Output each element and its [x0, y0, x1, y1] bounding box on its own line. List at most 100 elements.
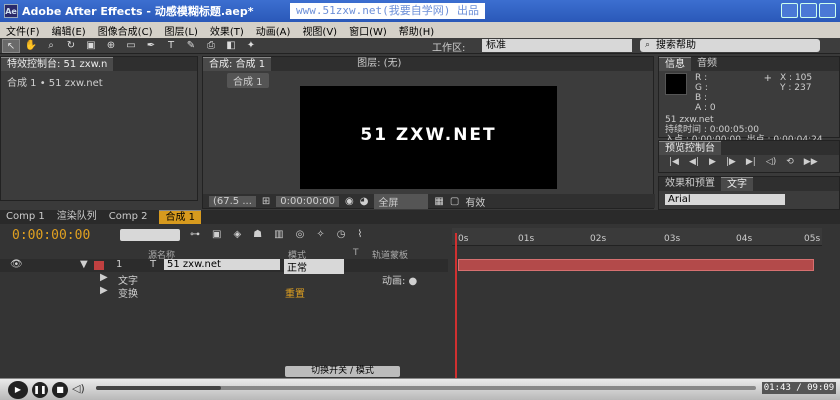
tab-info[interactable]: 信息: [659, 57, 691, 71]
tab-composition[interactable]: 合成: 合成 1: [203, 57, 272, 71]
brainstorm-icon[interactable]: ✧: [316, 229, 324, 240]
menu-composition[interactable]: 图像合成(C): [92, 23, 159, 38]
next-frame-icon[interactable]: |▶: [726, 157, 736, 167]
audio-icon[interactable]: ◁): [766, 157, 776, 167]
menu-edit[interactable]: 编辑(E): [46, 23, 92, 38]
effects-breadcrumb: 合成 1 • 51 zxw.net: [7, 78, 103, 89]
play-icon[interactable]: ▶: [709, 157, 716, 167]
menu-animation[interactable]: 动画(A): [250, 23, 297, 38]
timeline-tabs: Comp 1 渲染队列 Comp 2 合成 1: [0, 210, 840, 224]
pause-button[interactable]: ❚❚: [32, 382, 48, 398]
close-button[interactable]: [819, 3, 836, 18]
tab-character[interactable]: 文字: [721, 177, 753, 191]
tick-label: 05s: [804, 234, 821, 244]
grid-icon[interactable]: ⊞: [262, 196, 270, 207]
expand-arrow-icon[interactable]: ▶: [100, 272, 108, 283]
toggle-switches-modes-button[interactable]: 切换开关 / 模式: [285, 366, 400, 377]
info-a: A : 0: [695, 103, 716, 113]
font-select[interactable]: Arial: [665, 194, 785, 205]
tab-comp-2[interactable]: Comp 2: [103, 210, 154, 224]
prop-transform-label: 变换: [118, 289, 138, 300]
layer-name[interactable]: 51 zxw.net: [164, 259, 280, 270]
resolution-select[interactable]: 全屏: [374, 193, 429, 209]
tick-label: 0s: [458, 234, 469, 244]
comp-footer-bar: (67.5 ... ⊞ 0:00:00:00 ◉ ◕ 全屏 ▦ ▢ 有效: [203, 193, 655, 209]
minimize-button[interactable]: [781, 3, 798, 18]
tab-layer[interactable]: 图层: (无): [351, 57, 407, 71]
info-layer: 51 zxw.net: [665, 115, 714, 125]
comp-mini-flowchart-icon[interactable]: ⊶: [190, 229, 200, 240]
tab-comp-1[interactable]: Comp 1: [0, 210, 51, 224]
eraser-tool-icon[interactable]: ◧: [222, 39, 240, 53]
loop-icon[interactable]: ⟲: [786, 157, 794, 167]
search-help-input[interactable]: 搜索帮助: [640, 39, 820, 52]
menu-help[interactable]: 帮助(H): [393, 23, 440, 38]
tab-effect-controls[interactable]: 特效控制台: 51 zxw.n: [1, 57, 114, 71]
stop-button[interactable]: ■: [52, 382, 68, 398]
volume-icon[interactable]: ◁): [72, 382, 85, 395]
text-tool-icon[interactable]: T: [162, 39, 180, 53]
col-t: T: [353, 248, 359, 258]
time-ruler[interactable]: [452, 228, 822, 246]
character-panel: 效果和预置 文字 Arial: [658, 176, 840, 210]
zoom-tool-icon[interactable]: ⌕: [42, 39, 60, 53]
comp-timecode[interactable]: 0:00:00:00: [276, 195, 339, 207]
maximize-button[interactable]: [800, 3, 817, 18]
menu-window[interactable]: 窗口(W): [343, 23, 393, 38]
auto-keyframe-icon[interactable]: ◷: [337, 229, 346, 240]
rotate-tool-icon[interactable]: ↻: [62, 39, 80, 53]
layer-number: 1: [116, 259, 123, 270]
hand-tool-icon[interactable]: ✋: [22, 39, 40, 53]
last-frame-icon[interactable]: ▶|: [746, 157, 756, 167]
motion-blur-icon[interactable]: ◎: [296, 229, 305, 240]
timeline-search-input[interactable]: [120, 229, 180, 241]
current-time-indicator[interactable]: [455, 233, 457, 378]
label-color-swatch[interactable]: [94, 261, 104, 270]
menu-file[interactable]: 文件(F): [0, 23, 46, 38]
tab-audio[interactable]: 音频: [691, 57, 723, 71]
magnification-select[interactable]: (67.5 ...: [209, 195, 256, 207]
tab-preview[interactable]: 预览控制台: [659, 141, 721, 155]
expand-arrow-icon[interactable]: ▶: [100, 285, 108, 296]
comp-subtab[interactable]: 合成 1: [227, 73, 269, 88]
workspace-select[interactable]: 标准: [482, 39, 632, 52]
camera-tool-icon[interactable]: ▣: [82, 39, 100, 53]
hide-shy-icon[interactable]: ☗: [253, 229, 262, 240]
live-update-icon[interactable]: ▣: [212, 229, 221, 240]
brush-tool-icon[interactable]: ✎: [182, 39, 200, 53]
ram-preview-icon[interactable]: ▶▶: [804, 157, 818, 167]
tab-composition-1[interactable]: 合成 1: [159, 210, 202, 224]
rectangle-tool-icon[interactable]: ▭: [122, 39, 140, 53]
reset-link[interactable]: 重置: [285, 285, 305, 300]
info-duration: 持续时间 : 0:00:05:00: [665, 125, 759, 135]
menu-layer[interactable]: 图层(L): [158, 23, 203, 38]
clone-stamp-tool-icon[interactable]: ⎙: [202, 39, 220, 53]
tab-render-queue[interactable]: 渲染队列: [51, 210, 103, 224]
transparency-grid-icon[interactable]: ▦: [434, 196, 443, 207]
layer-duration-bar[interactable]: [458, 259, 814, 271]
view-option[interactable]: 有效: [465, 194, 485, 209]
info-x: X : 105: [780, 73, 813, 83]
first-frame-icon[interactable]: |◀: [669, 157, 679, 167]
expand-arrow-icon[interactable]: ▼: [80, 259, 88, 270]
player-time: 01:43 / 09:09: [762, 382, 836, 394]
pan-behind-tool-icon[interactable]: ⊕: [102, 39, 120, 53]
eye-icon[interactable]: 👁: [10, 259, 23, 270]
prev-frame-icon[interactable]: ◀|: [689, 157, 699, 167]
menu-effect[interactable]: 效果(T): [204, 23, 250, 38]
region-of-interest-icon[interactable]: ▢: [450, 196, 459, 207]
frame-blending-icon[interactable]: ▥: [274, 229, 283, 240]
selection-tool-icon[interactable]: ↖: [2, 38, 20, 53]
search-icon: ⌕: [645, 40, 651, 50]
color-channel-icon[interactable]: ◕: [360, 196, 369, 207]
pen-tool-icon[interactable]: ✒: [142, 39, 160, 53]
puppet-tool-icon[interactable]: ✦: [242, 39, 260, 53]
menu-view[interactable]: 视图(V): [296, 23, 343, 38]
tab-effects-presets[interactable]: 效果和预置: [659, 177, 721, 191]
draft-3d-icon[interactable]: ◈: [233, 229, 241, 240]
timeline-timecode[interactable]: 0:00:00:00: [12, 228, 90, 243]
graph-editor-icon[interactable]: ⌇: [357, 229, 362, 240]
snapshot-icon[interactable]: ◉: [345, 196, 354, 207]
play-button[interactable]: ▶: [8, 381, 28, 399]
layer-row[interactable]: 👁 ▼ 1 T 51 zxw.net 正常: [0, 259, 448, 274]
